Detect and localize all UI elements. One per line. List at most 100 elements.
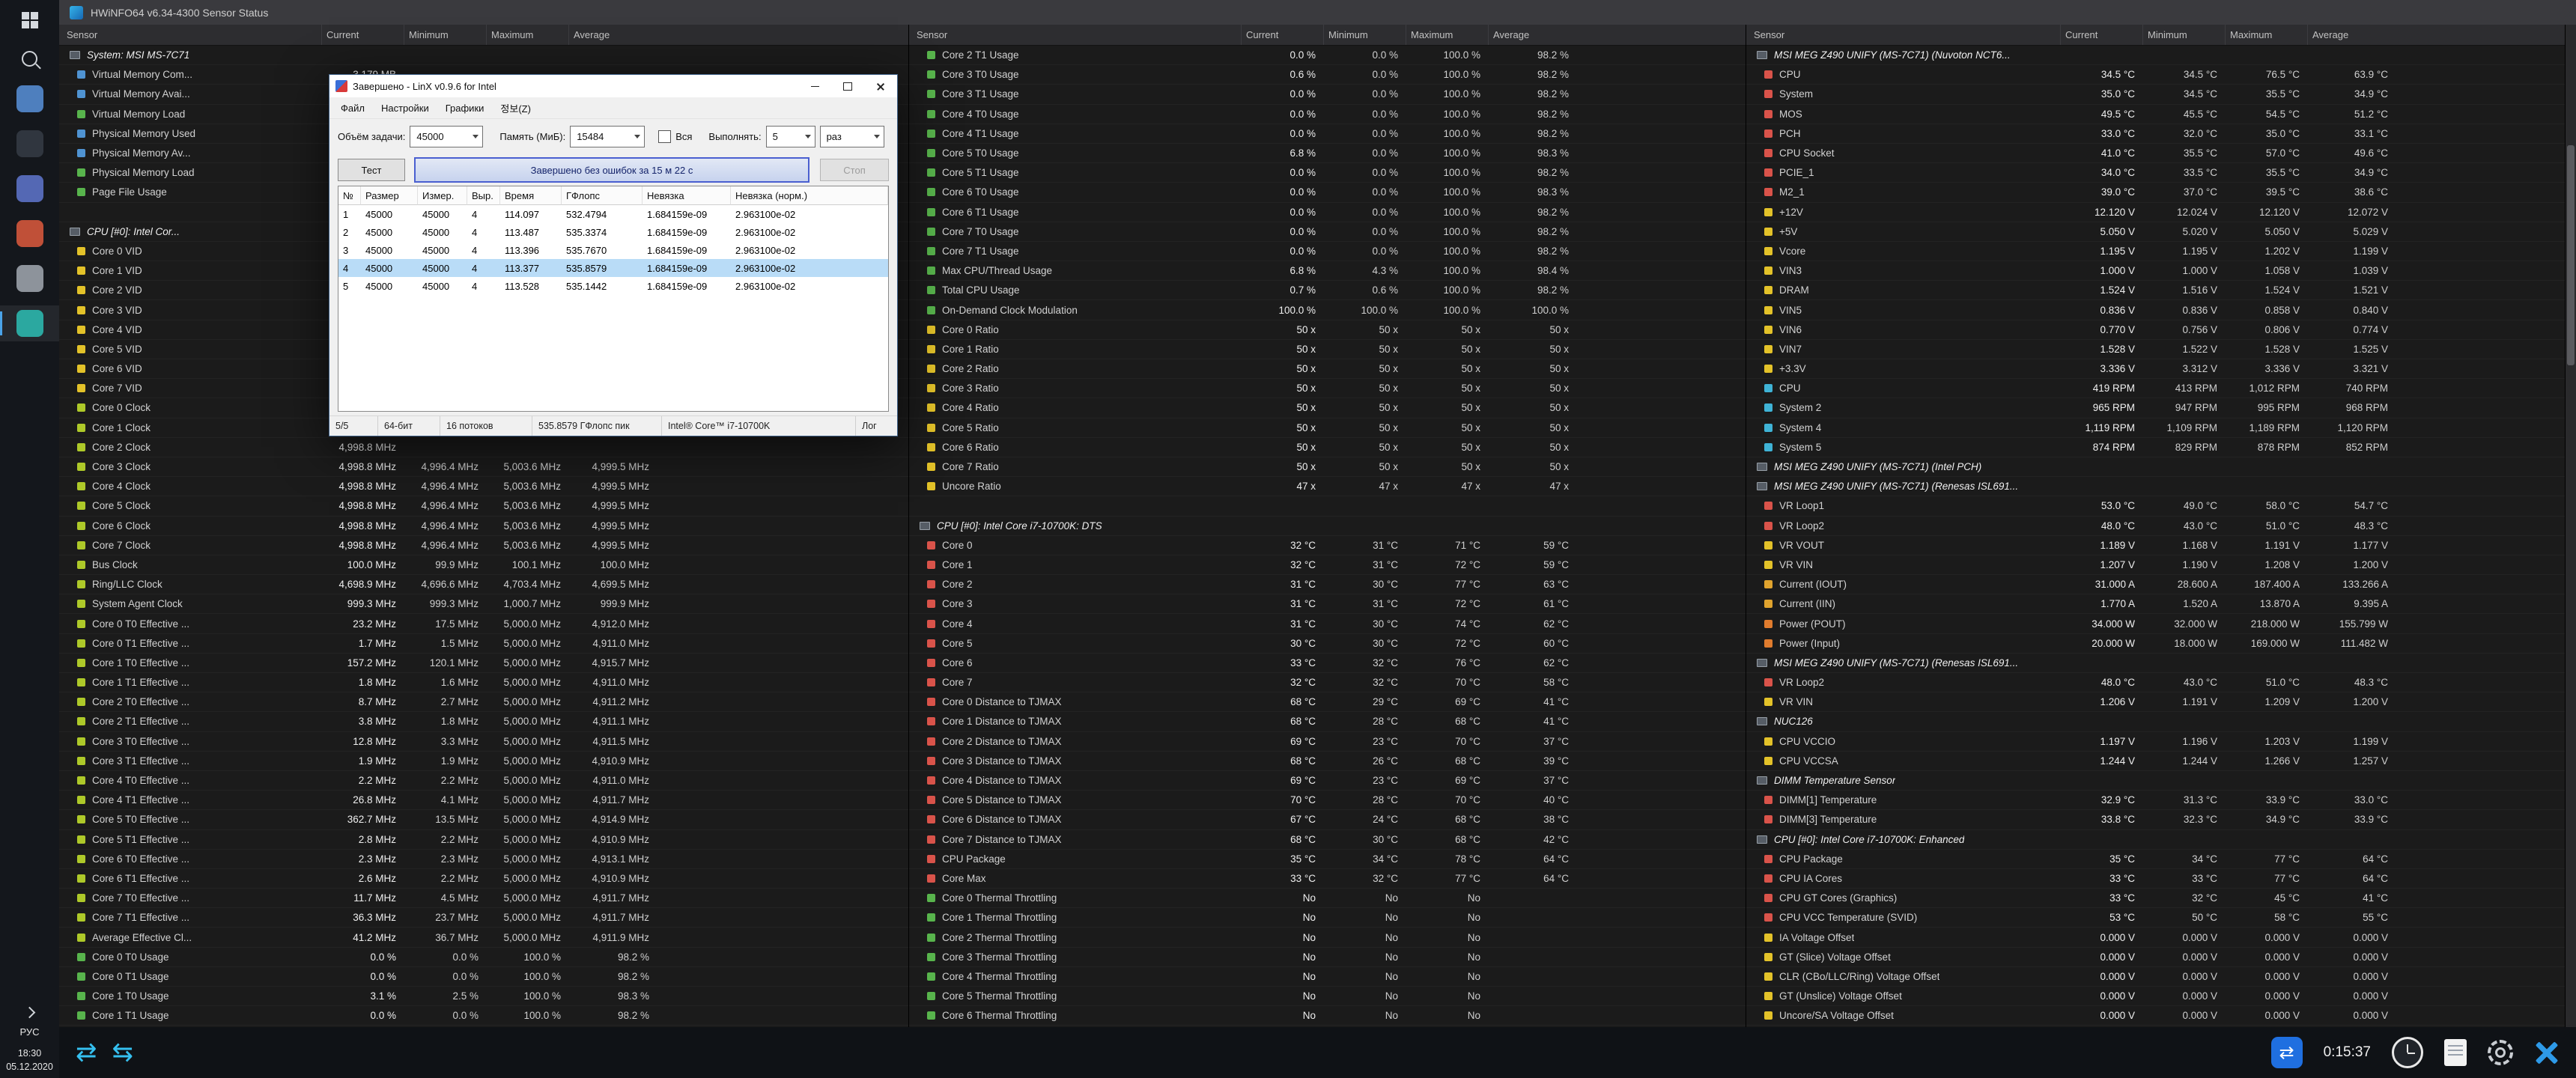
column-header-maximum[interactable]: Maximum	[486, 25, 568, 45]
sensor-row[interactable]: VIN50.836 V0.836 V0.858 V0.840 V	[1746, 300, 2565, 320]
sensor-row[interactable]: M2_139.0 °C37.0 °C39.5 °C38.6 °C	[1746, 183, 2565, 202]
runs-unit-select[interactable]: раз	[820, 126, 884, 147]
sensor-row[interactable]: Core 3 Distance to TJMAX68 °C26 °C68 °C3…	[909, 752, 1746, 771]
sensor-group-row[interactable]: MSI MEG Z490 UNIFY (MS-7C71) (Renesas IS…	[1746, 477, 2565, 496]
sensor-row[interactable]: Core 6 T1 Usage0.0 %0.0 %100.0 %98.2 %	[909, 203, 1746, 222]
sensor-row[interactable]: VR VIN1.206 V1.191 V1.209 V1.200 V	[1746, 692, 2565, 712]
column-header-current[interactable]: Current	[1241, 25, 1323, 45]
sensor-row[interactable]: Core 431 °C30 °C74 °C62 °C	[909, 614, 1746, 633]
sensor-row[interactable]: Core 032 °C31 °C71 °C59 °C	[909, 536, 1746, 555]
remote-session-icon[interactable]: ⇄	[2271, 1037, 2303, 1068]
sensor-row[interactable]: Core 4 T1 Usage0.0 %0.0 %100.0 %98.2 %	[909, 124, 1746, 144]
sensor-row[interactable]: +3.3V3.336 V3.312 V3.336 V3.321 V	[1746, 359, 2565, 379]
notes-icon[interactable]	[2444, 1039, 2467, 1066]
sensor-row[interactable]: CPU Package35 °C34 °C78 °C64 °C	[909, 850, 1746, 869]
sensor-row[interactable]: Core 331 °C31 °C72 °C61 °C	[909, 594, 1746, 614]
search-button[interactable]	[0, 40, 59, 76]
minimize-button[interactable]	[798, 75, 831, 97]
sensor-scrollbar[interactable]	[2566, 25, 2576, 1027]
linx-titlebar[interactable]: Завершено - LinX v0.9.6 for Intel	[329, 75, 897, 97]
table-header-5[interactable]: Время	[500, 186, 562, 205]
sensor-row[interactable]: Core 132 °C31 °C72 °C59 °C	[909, 555, 1746, 575]
sensor-row[interactable]: Core 1 Ratio50 x50 x50 x50 x	[909, 340, 1746, 359]
result-row[interactable]: 545000450004113.528535.14421.684159e-092…	[338, 277, 888, 295]
column-header-average[interactable]: Average	[1488, 25, 1576, 45]
sensor-row[interactable]: Core 231 °C30 °C77 °C63 °C	[909, 575, 1746, 594]
sensor-row[interactable]: Core 0 T1 Effective ...1.7 MHz1.5 MHz5,0…	[59, 634, 908, 654]
sensor-row[interactable]: Core 6 Distance to TJMAX67 °C24 °C68 °C3…	[909, 810, 1746, 829]
menu-item-2[interactable]: Настройки	[373, 103, 437, 114]
sensor-row[interactable]: Core 7 Ratio50 x50 x50 x50 x	[909, 457, 1746, 477]
sensor-row[interactable]: Core 2 Distance to TJMAX69 °C23 °C70 °C3…	[909, 732, 1746, 752]
sensor-row[interactable]: Max CPU/Thread Usage6.8 %4.3 %100.0 %98.…	[909, 261, 1746, 281]
pinned-app-icon-2[interactable]	[0, 126, 59, 162]
transfer-arrows-icon-1[interactable]: ⇄	[76, 1040, 97, 1065]
sensor-group-row[interactable]: NUC126	[1746, 712, 2565, 731]
sensor-row[interactable]: Core 3 T0 Effective ...12.8 MHz3.3 MHz5,…	[59, 732, 908, 752]
sensor-row[interactable]: Core 633 °C32 °C76 °C62 °C	[909, 654, 1746, 673]
sensor-row[interactable]: VR Loop248.0 °C43.0 °C51.0 °C48.3 °C	[1746, 517, 2565, 536]
sensor-row[interactable]: Core 6 Ratio50 x50 x50 x50 x	[909, 438, 1746, 457]
sensor-row[interactable]: Core 7 Clock4,998.8 MHz4,996.4 MHz5,003.…	[59, 536, 908, 555]
sensor-row[interactable]: System 41,119 RPM1,109 RPM1,189 RPM1,120…	[1746, 418, 2565, 438]
sensor-row[interactable]: Power (Input)20.000 W18.000 W169.000 W11…	[1746, 634, 2565, 654]
sensor-row[interactable]: Core 3 T0 Usage0.6 %0.0 %100.0 %98.2 %	[909, 65, 1746, 85]
sensor-row[interactable]: Core 5 T0 Effective ...362.7 MHz13.5 MHz…	[59, 810, 908, 829]
column-header-minimum[interactable]: Minimum	[404, 25, 486, 45]
sensor-row[interactable]: Core 3 Ratio50 x50 x50 x50 x	[909, 379, 1746, 398]
start-button[interactable]	[0, 0, 59, 40]
sensor-row[interactable]: Core 6 T1 Effective ...2.6 MHz2.2 MHz5,0…	[59, 869, 908, 889]
sensor-row[interactable]: Core 1 T0 Effective ...157.2 MHz120.1 MH…	[59, 654, 908, 673]
table-header-8[interactable]: Невязка (норм.)	[731, 186, 888, 205]
column-header-sensor[interactable]: Sensor	[59, 25, 321, 45]
table-header-7[interactable]: Невязка	[643, 186, 731, 205]
sensor-row[interactable]: Core 6 Thermal ThrottlingNoNoNo	[909, 1006, 1746, 1026]
sensor-row[interactable]: Core 4 Thermal ThrottlingNoNoNo	[909, 967, 1746, 987]
all-memory-checkbox[interactable]	[658, 130, 671, 143]
table-header-4[interactable]: Выр.	[467, 186, 500, 205]
result-row[interactable]: 345000450004113.396535.76701.684159e-092…	[338, 241, 888, 259]
sensor-row[interactable]: Core 5 Distance to TJMAX70 °C28 °C70 °C4…	[909, 791, 1746, 810]
sensor-row[interactable]: CPU34.5 °C34.5 °C76.5 °C63.9 °C	[1746, 65, 2565, 85]
menu-item-3[interactable]: Графики	[437, 103, 493, 114]
sensor-row[interactable]: PCIE_134.0 °C33.5 °C35.5 °C34.9 °C	[1746, 163, 2565, 183]
sensor-row[interactable]: On-Demand Clock Modulation100.0 %100.0 %…	[909, 300, 1746, 320]
test-button[interactable]: Тест	[338, 159, 405, 181]
sensor-row[interactable]: Core 4 T0 Effective ...2.2 MHz2.2 MHz5,0…	[59, 771, 908, 791]
sensor-row[interactable]: VR VIN1.207 V1.190 V1.208 V1.200 V	[1746, 555, 2565, 575]
sensor-row[interactable]: Core 3 Thermal ThrottlingNoNoNo	[909, 948, 1746, 967]
column-header-current[interactable]: Current	[2060, 25, 2142, 45]
sensor-row[interactable]: Core 5 Thermal ThrottlingNoNoNo	[909, 987, 1746, 1006]
sensor-row[interactable]: CPU VCC Temperature (SVID)53 °C50 °C58 °…	[1746, 908, 2565, 928]
sensor-row[interactable]: Core 5 Ratio50 x50 x50 x50 x	[909, 418, 1746, 438]
sensor-row[interactable]: CPU GT Cores (Graphics)33 °C32 °C45 °C41…	[1746, 889, 2565, 908]
column-header-average[interactable]: Average	[2307, 25, 2396, 45]
sensor-row[interactable]: Core 3 T1 Usage0.0 %0.0 %100.0 %98.2 %	[909, 85, 1746, 104]
sensor-group-row[interactable]: CPU [#0]: Intel Core i7-10700K: DTS	[909, 517, 1746, 536]
sensor-row[interactable]: Core Max33 °C32 °C77 °C64 °C	[909, 869, 1746, 889]
transfer-arrows-icon-2[interactable]: ⇆	[112, 1040, 134, 1065]
sensor-row[interactable]: Core 7 T1 Usage0.0 %0.0 %100.0 %98.2 %	[909, 242, 1746, 261]
sensor-row[interactable]: Core 5 T1 Effective ...2.8 MHz2.2 MHz5,0…	[59, 830, 908, 850]
sensor-row[interactable]: Uncore/SA Voltage Offset0.000 V0.000 V0.…	[1746, 1006, 2565, 1026]
sensor-row[interactable]: CPU Socket41.0 °C35.5 °C57.0 °C49.6 °C	[1746, 144, 2565, 163]
column-header-minimum[interactable]: Minimum	[1323, 25, 1406, 45]
column-header-maximum[interactable]: Maximum	[2225, 25, 2307, 45]
sensor-row[interactable]: VR Loop153.0 °C49.0 °C58.0 °C54.7 °C	[1746, 496, 2565, 516]
pinned-app-icon-5[interactable]	[0, 261, 59, 296]
sensor-group-row[interactable]: MSI MEG Z490 UNIFY (MS-7C71) (Renesas IS…	[1746, 654, 2565, 673]
sensor-row[interactable]: Core 0 Distance to TJMAX68 °C29 °C69 °C4…	[909, 692, 1746, 712]
sensor-row[interactable]: DRAM1.524 V1.516 V1.524 V1.521 V	[1746, 281, 2565, 300]
sensor-row[interactable]: System 2965 RPM947 RPM995 RPM968 RPM	[1746, 398, 2565, 418]
sensor-row[interactable]: Core 0 T0 Usage0.0 %0.0 %100.0 %98.2 %	[59, 948, 908, 967]
sensor-row[interactable]: VIN71.528 V1.522 V1.528 V1.525 V	[1746, 340, 2565, 359]
sensor-row[interactable]: Core 0 Thermal ThrottlingNoNoNo	[909, 889, 1746, 908]
sensor-group-row[interactable]: DIMM Temperature Sensor	[1746, 771, 2565, 791]
sensor-row[interactable]: CPU419 RPM413 RPM1,012 RPM740 RPM	[1746, 379, 2565, 398]
stop-button[interactable]: Стоп	[820, 159, 889, 181]
sensor-row[interactable]: Current (IOUT)31.000 A28.600 A187.400 A1…	[1746, 575, 2565, 594]
sensor-row[interactable]: Core 1 T0 Usage3.1 %2.5 %100.0 %98.3 %	[59, 987, 908, 1006]
result-row[interactable]: 245000450004113.487535.33741.684159e-092…	[338, 223, 888, 241]
sensor-row[interactable]: Core 1 T1 Effective ...1.8 MHz1.6 MHz5,0…	[59, 673, 908, 692]
sensor-row[interactable]: Core 2 T1 Effective ...3.8 MHz1.8 MHz5,0…	[59, 712, 908, 731]
